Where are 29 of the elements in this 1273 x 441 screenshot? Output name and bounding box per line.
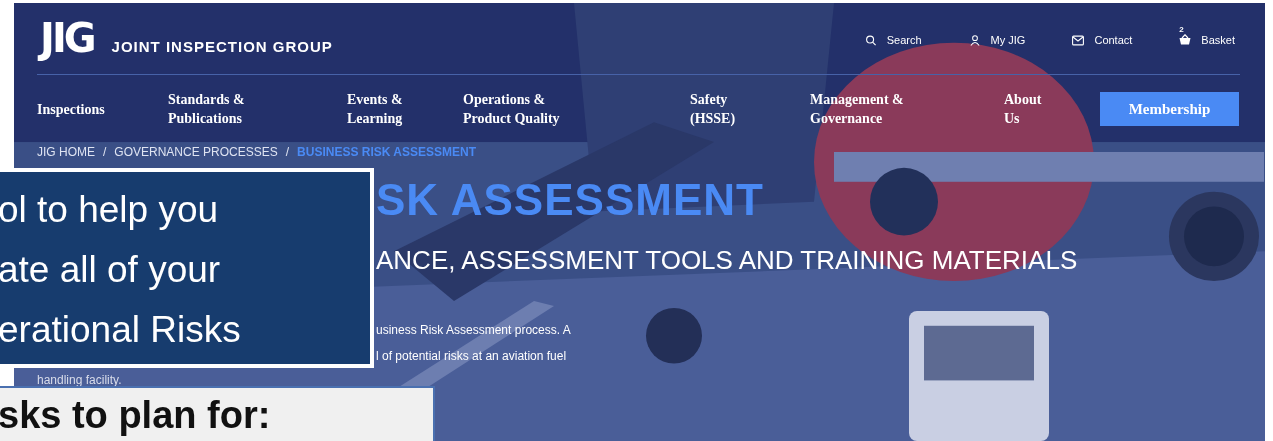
site-name: JOINT INSPECTION GROUP: [111, 38, 333, 57]
intro-text: handling facility.: [37, 372, 123, 389]
nav-link[interactable]: Management & Governance: [810, 90, 1004, 128]
breadcrumb-separator: /: [285, 145, 290, 159]
nav-link[interactable]: Inspections: [37, 99, 168, 119]
utility-link[interactable]: Search: [864, 34, 922, 46]
nav-link[interactable]: Events & Learning: [347, 90, 463, 128]
callout-text: ate all of your: [0, 248, 222, 292]
nav-link[interactable]: About Us: [1004, 90, 1100, 128]
nav-link[interactable]: Operations & Product Quality: [463, 90, 690, 128]
intro-text: usiness Risk Assessment process. A: [376, 322, 572, 339]
breadcrumb-separator: /: [103, 145, 107, 159]
intro-text: l of potential risks at an aviation fuel: [376, 348, 568, 365]
nav-link[interactable]: Safety (HSSE): [690, 90, 810, 128]
utility-link[interactable]: My JIG: [968, 34, 1026, 46]
page-subtitle: ANCE, ASSESSMENT TOOLS AND TRAINING MATERIALS: [376, 245, 1079, 275]
breadcrumb-link[interactable]: JIG HOME: [37, 145, 95, 159]
callout-text: erational Risks: [0, 308, 242, 352]
user-icon: [968, 34, 981, 46]
breadcrumb-link[interactable]: GOVERNANCE PROCESSES: [114, 145, 278, 159]
callout-text: sks to plan for:: [0, 393, 272, 438]
nav-link[interactable]: Standards & Publications: [168, 90, 347, 128]
page-title: SK ASSESSMENT: [376, 175, 765, 225]
callout-text: ol to help you: [0, 188, 220, 232]
basket-icon: [1179, 34, 1192, 45]
envelope-icon: [1072, 34, 1085, 46]
basket-count: 2: [1179, 25, 1184, 34]
utility-link[interactable]: Contact: [1072, 34, 1133, 46]
search-icon: [864, 34, 877, 46]
